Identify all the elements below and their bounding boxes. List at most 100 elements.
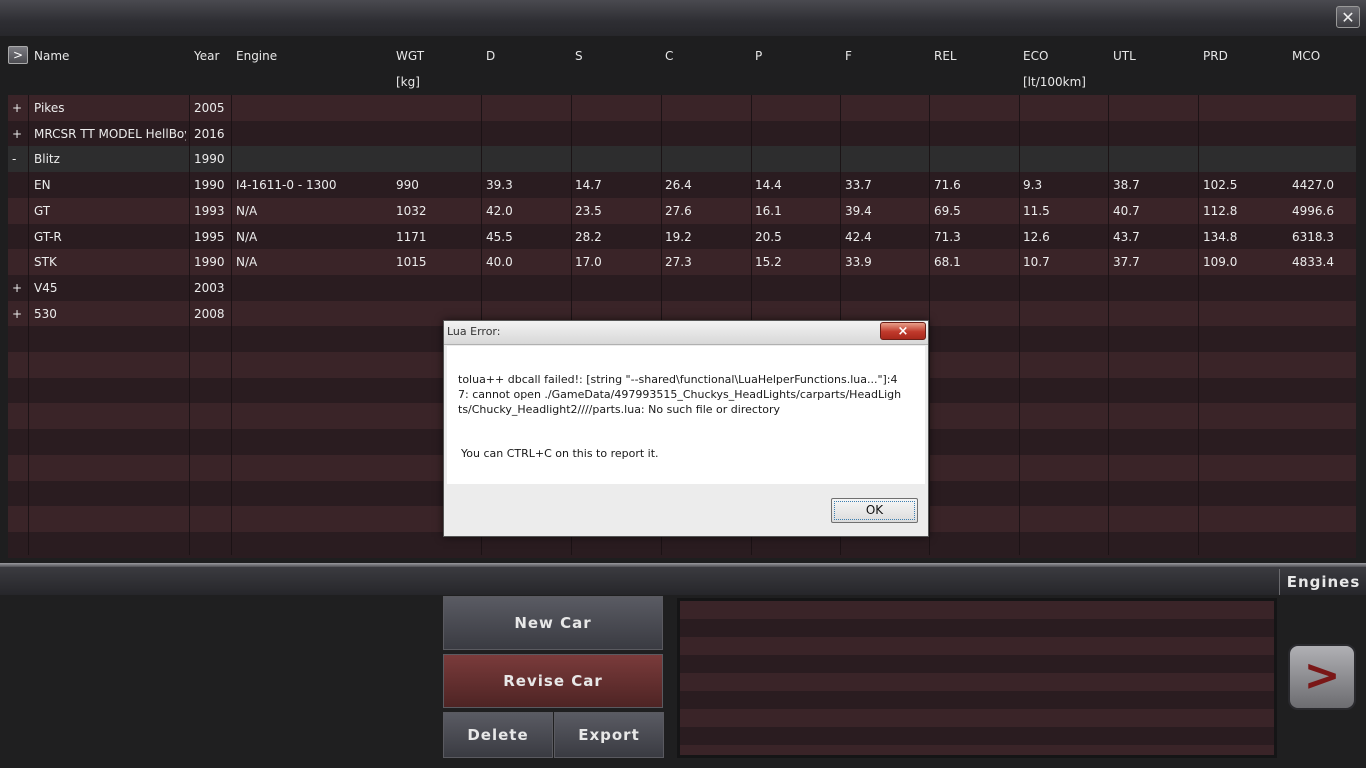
cell-utl: 37.7 <box>1113 255 1140 269</box>
column-header-f[interactable]: F <box>845 49 852 63</box>
row-toggle[interactable]: + <box>12 95 22 121</box>
cell-mco: 6318.3 <box>1292 230 1334 244</box>
cell-year: 1990 <box>194 255 225 269</box>
error-message: tolua++ dbcall failed!: [string "--share… <box>458 373 902 416</box>
cell-rel: 68.1 <box>934 255 961 269</box>
cell-utl: 40.7 <box>1113 204 1140 218</box>
error-hint: You can CTRL+C on this to report it. <box>461 447 659 460</box>
cell-engine: I4-1611-0 - 1300 <box>236 178 337 192</box>
column-header-prd[interactable]: PRD <box>1203 49 1228 63</box>
cell-f: 39.4 <box>845 204 872 218</box>
cell-c: 27.3 <box>665 255 692 269</box>
cell-d: 42.0 <box>486 204 513 218</box>
unit-label-eco: [lt/100km] <box>1023 75 1086 89</box>
cell-year: 2003 <box>194 281 225 295</box>
cell-p: 15.2 <box>755 255 782 269</box>
cell-engine: N/A <box>236 204 258 218</box>
ok-button[interactable]: OK <box>831 498 918 523</box>
unit-label-wgt: [kg] <box>396 75 420 89</box>
cell-year: 2016 <box>194 127 225 141</box>
cell-c: 27.6 <box>665 204 692 218</box>
close-icon[interactable]: ✕ <box>1336 6 1360 28</box>
cell-prd: 109.0 <box>1203 255 1238 269</box>
row-toggle[interactable]: + <box>12 121 22 147</box>
cell-p: 14.4 <box>755 178 782 192</box>
column-divider <box>189 95 190 555</box>
new-car-button[interactable]: New Car <box>443 596 663 650</box>
column-divider <box>28 95 29 555</box>
cell-utl: 43.7 <box>1113 230 1140 244</box>
column-header-year[interactable]: Year <box>194 49 219 63</box>
delete-button[interactable]: Delete <box>443 712 553 758</box>
cell-prd: 112.8 <box>1203 204 1238 218</box>
cell-engine: N/A <box>236 230 258 244</box>
row-toggle[interactable]: + <box>12 301 22 327</box>
next-arrow-button[interactable]: > <box>1288 644 1356 710</box>
bottom-tab-bar <box>0 567 1366 595</box>
column-divider <box>1108 95 1109 555</box>
cell-wgt: 1015 <box>396 255 427 269</box>
cell-eco: 10.7 <box>1023 255 1050 269</box>
cell-prd: 134.8 <box>1203 230 1238 244</box>
cell-year: 1995 <box>194 230 225 244</box>
column-divider <box>1198 95 1199 555</box>
cell-c: 19.2 <box>665 230 692 244</box>
cell-d: 40.0 <box>486 255 513 269</box>
column-header-eco[interactable]: ECO <box>1023 49 1048 63</box>
column-header-s[interactable]: S <box>575 49 583 63</box>
cell-name: Blitz <box>34 152 60 166</box>
column-header-utl[interactable]: UTL <box>1113 49 1136 63</box>
cell-name: GT-R <box>34 230 62 244</box>
column-header-c[interactable]: C <box>665 49 673 63</box>
column-header-engine[interactable]: Engine <box>236 49 277 63</box>
column-header-d[interactable]: D <box>486 49 495 63</box>
dialog-title: Lua Error: <box>447 325 501 338</box>
cell-wgt: 1171 <box>396 230 427 244</box>
expand-all-button[interactable]: > <box>8 46 28 64</box>
cell-c: 26.4 <box>665 178 692 192</box>
cell-d: 39.3 <box>486 178 513 192</box>
cell-utl: 38.7 <box>1113 178 1140 192</box>
cell-eco: 11.5 <box>1023 204 1050 218</box>
cell-name: STK <box>34 255 57 269</box>
cell-year: 1990 <box>194 152 225 166</box>
cell-eco: 12.6 <box>1023 230 1050 244</box>
cell-name: EN <box>34 178 51 192</box>
row-toggle[interactable]: + <box>12 275 22 301</box>
cell-eco: 9.3 <box>1023 178 1043 192</box>
cell-p: 16.1 <box>755 204 782 218</box>
cell-name: V45 <box>34 281 58 295</box>
cell-s: 23.5 <box>575 204 602 218</box>
cell-f: 33.9 <box>845 255 872 269</box>
cell-f: 42.4 <box>845 230 872 244</box>
cell-mco: 4996.6 <box>1292 204 1334 218</box>
column-header-wgt[interactable]: WGT <box>396 49 424 63</box>
cell-p: 20.5 <box>755 230 782 244</box>
cell-mco: 4833.4 <box>1292 255 1334 269</box>
cell-mco: 4427.0 <box>1292 178 1334 192</box>
dialog-close-button[interactable]: × <box>880 322 926 340</box>
cell-rel: 71.6 <box>934 178 961 192</box>
cell-rel: 71.3 <box>934 230 961 244</box>
revise-car-button[interactable]: Revise Car <box>443 654 663 708</box>
cell-rel: 69.5 <box>934 204 961 218</box>
row-toggle[interactable]: - <box>12 146 16 172</box>
column-header-rel[interactable]: REL <box>934 49 957 63</box>
car-preview-panel <box>677 598 1277 758</box>
column-divider <box>929 95 930 555</box>
column-header-mco[interactable]: MCO <box>1292 49 1320 63</box>
cell-s: 28.2 <box>575 230 602 244</box>
cell-name: 530 <box>34 307 57 321</box>
cell-year: 1990 <box>194 178 225 192</box>
export-button[interactable]: Export <box>554 712 664 758</box>
cell-wgt: 1032 <box>396 204 427 218</box>
column-header-name[interactable]: Name <box>34 49 69 63</box>
dialog-title-bar: Lua Error: × <box>444 321 928 345</box>
cell-name: GT <box>34 204 51 218</box>
cell-f: 33.7 <box>845 178 872 192</box>
cell-year: 2008 <box>194 307 225 321</box>
lua-error-dialog: Lua Error: × tolua++ dbcall failed!: [st… <box>443 320 929 537</box>
column-header-p[interactable]: P <box>755 49 762 63</box>
column-divider <box>231 95 232 555</box>
tab-engines[interactable]: Engines <box>1279 569 1366 595</box>
